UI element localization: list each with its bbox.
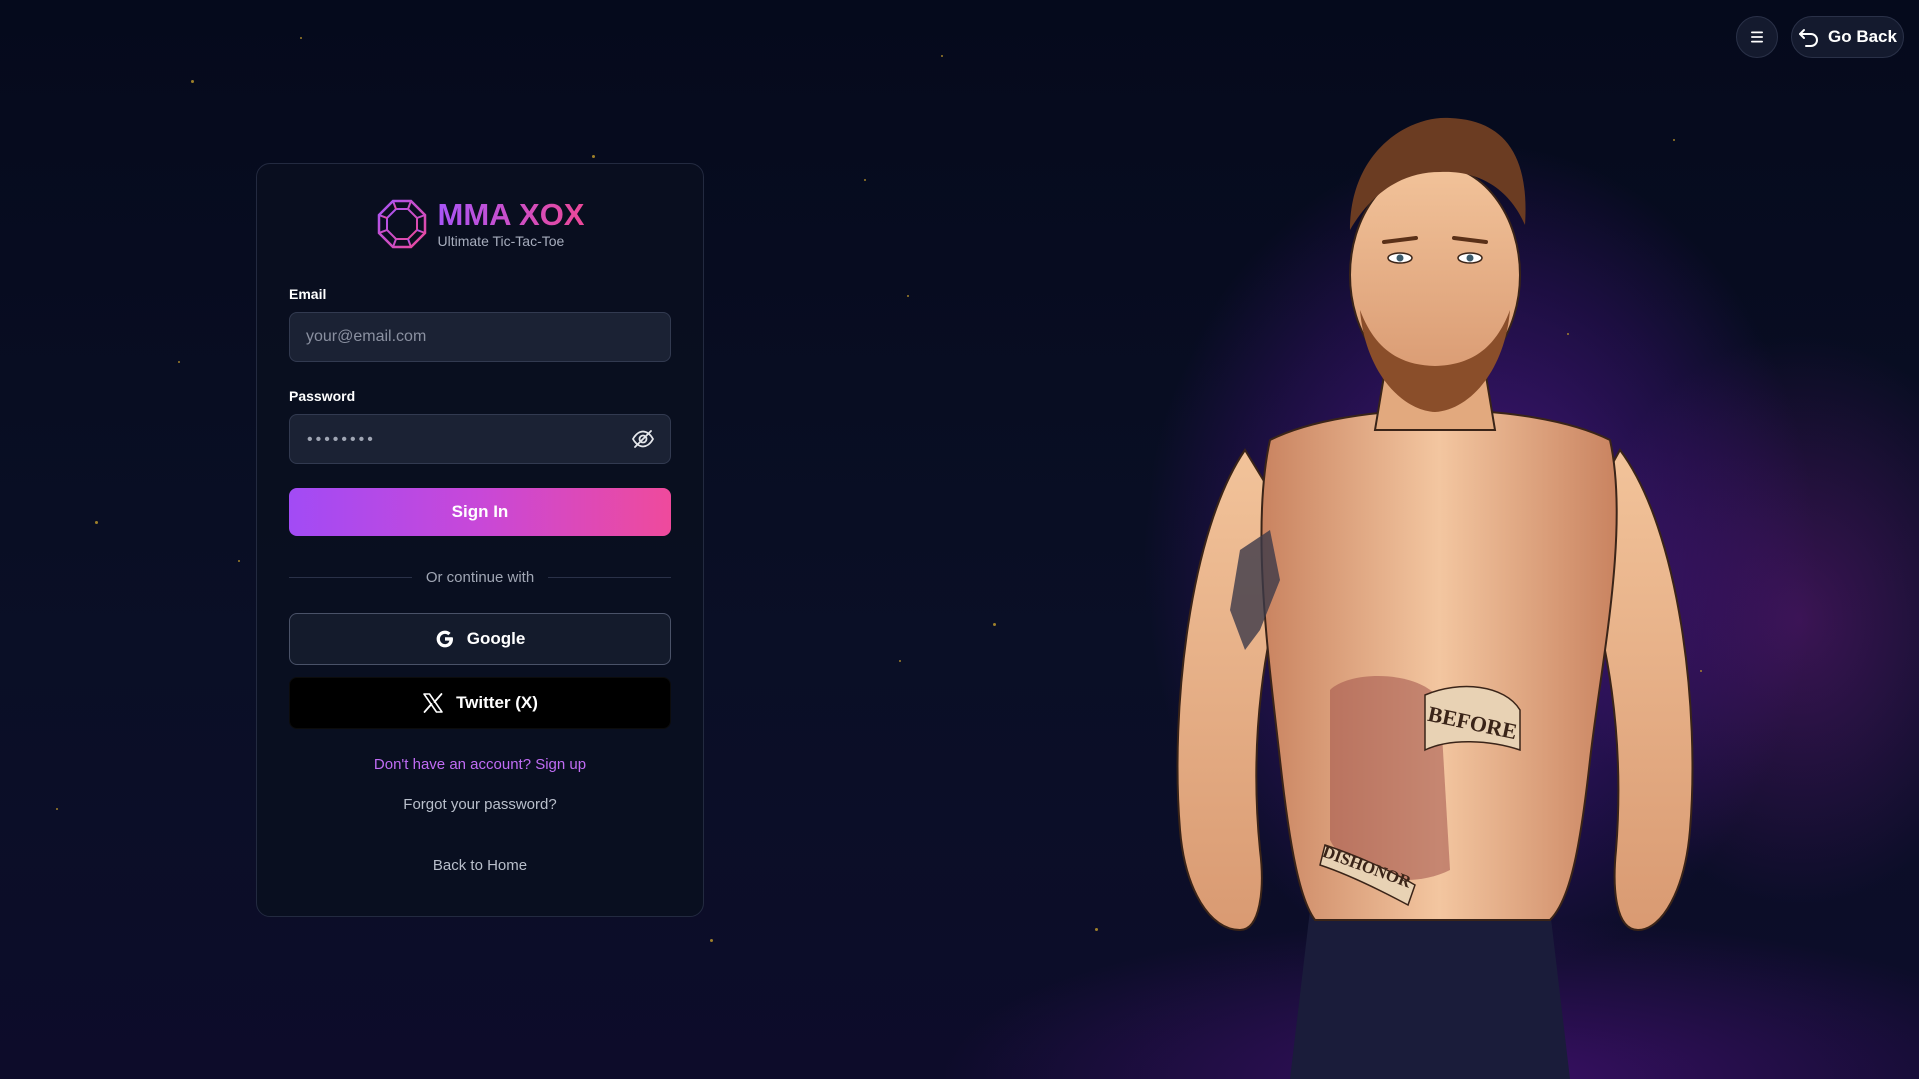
octagon-ring-logo-icon [377,199,426,249]
sparkle [899,660,901,662]
twitter-label: Twitter (X) [456,693,538,712]
email-label: Email [289,286,327,302]
divider-line [289,577,412,578]
divider-line [548,577,672,578]
login-card: MMA XOX Ultimate Tic-Tac-Toe Email Passw… [256,163,704,917]
sparkle [592,155,595,158]
twitter-signin-button[interactable]: Twitter (X) [289,677,671,729]
sparkle [238,560,240,562]
brand-subtitle: Ultimate Tic-Tac-Toe [437,233,565,249]
sparkle [710,939,713,942]
sparkle [300,37,302,39]
brand-text: MMA XOX Ultimate Tic-Tac-Toe [438,198,585,250]
sparkle [56,808,58,810]
brand-title: MMA XOX [437,197,585,232]
menu-button[interactable] [1736,16,1778,58]
google-label: Google [466,629,526,648]
fighter-illustration: BEFORE DISHONOR [1176,117,1694,1079]
sparkle [95,521,98,524]
sparkle [864,179,866,181]
sparkle [178,361,180,363]
sparkle [191,80,194,83]
x-logo-icon [423,693,443,713]
eye-off-icon[interactable] [631,427,655,451]
sign-up-link[interactable]: Don't have an account? Sign up [257,756,703,773]
password-value: •••••••• [307,431,376,448]
sparkle [941,55,943,57]
google-signin-button[interactable]: Google [289,613,671,665]
undo-arrow-icon [1799,29,1818,47]
hamburger-menu-icon [1751,31,1763,43]
back-to-home-link[interactable]: Back to Home [257,857,703,874]
sparkle [907,295,909,297]
go-back-label: Go Back [1828,27,1897,46]
or-divider: Or continue with [289,569,672,586]
forgot-password-link[interactable]: Forgot your password? [257,796,703,813]
email-field[interactable] [289,312,671,362]
password-label: Password [289,388,356,404]
brand-header: MMA XOX Ultimate Tic-Tac-Toe [257,198,703,250]
sparkle [1095,928,1098,931]
google-g-icon [436,630,453,648]
sparkle [993,623,996,626]
divider-text: Or continue with [425,569,535,586]
go-back-button[interactable]: Go Back [1791,16,1904,58]
sign-in-button[interactable]: Sign In [289,488,671,536]
